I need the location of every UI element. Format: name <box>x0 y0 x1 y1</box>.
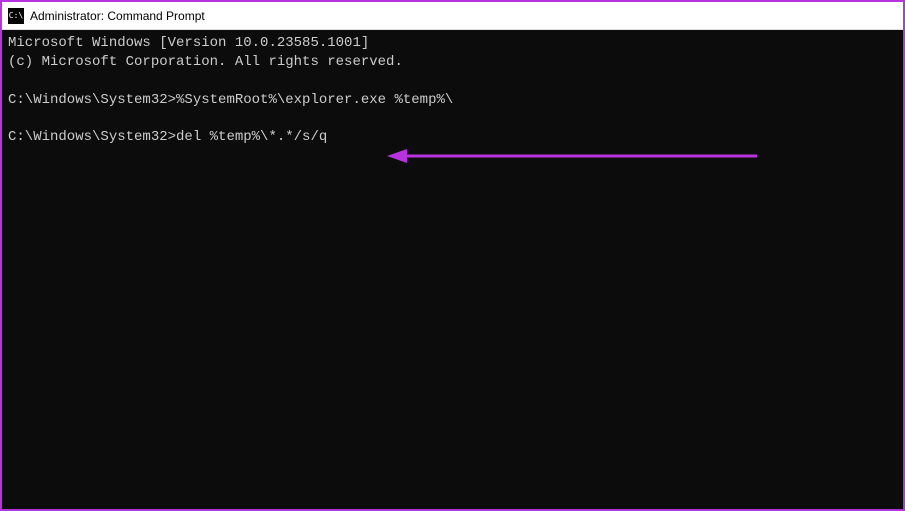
prompt-2: C:\Windows\System32> <box>8 128 176 147</box>
command-2: del %temp%\*.*/s/q <box>176 128 327 147</box>
cmd-icon: C:\ <box>8 8 24 24</box>
command-line-2: C:\Windows\System32>del %temp%\*.*/s/q <box>8 128 897 147</box>
prompt-1: C:\Windows\System32> <box>8 91 176 110</box>
command-1: %SystemRoot%\explorer.exe %temp%\ <box>176 91 453 110</box>
cmd-icon-text: C:\ <box>9 12 23 20</box>
copyright-line: (c) Microsoft Corporation. All rights re… <box>8 53 897 72</box>
command-line-1: C:\Windows\System32>%SystemRoot%\explore… <box>8 91 897 110</box>
window-titlebar[interactable]: C:\ Administrator: Command Prompt <box>2 2 903 30</box>
blank-line <box>8 72 897 91</box>
terminal-area[interactable]: Microsoft Windows [Version 10.0.23585.10… <box>2 30 903 509</box>
blank-line <box>8 110 897 129</box>
version-line: Microsoft Windows [Version 10.0.23585.10… <box>8 34 897 53</box>
window-title: Administrator: Command Prompt <box>30 9 205 23</box>
annotation-arrow-icon <box>387 146 757 166</box>
